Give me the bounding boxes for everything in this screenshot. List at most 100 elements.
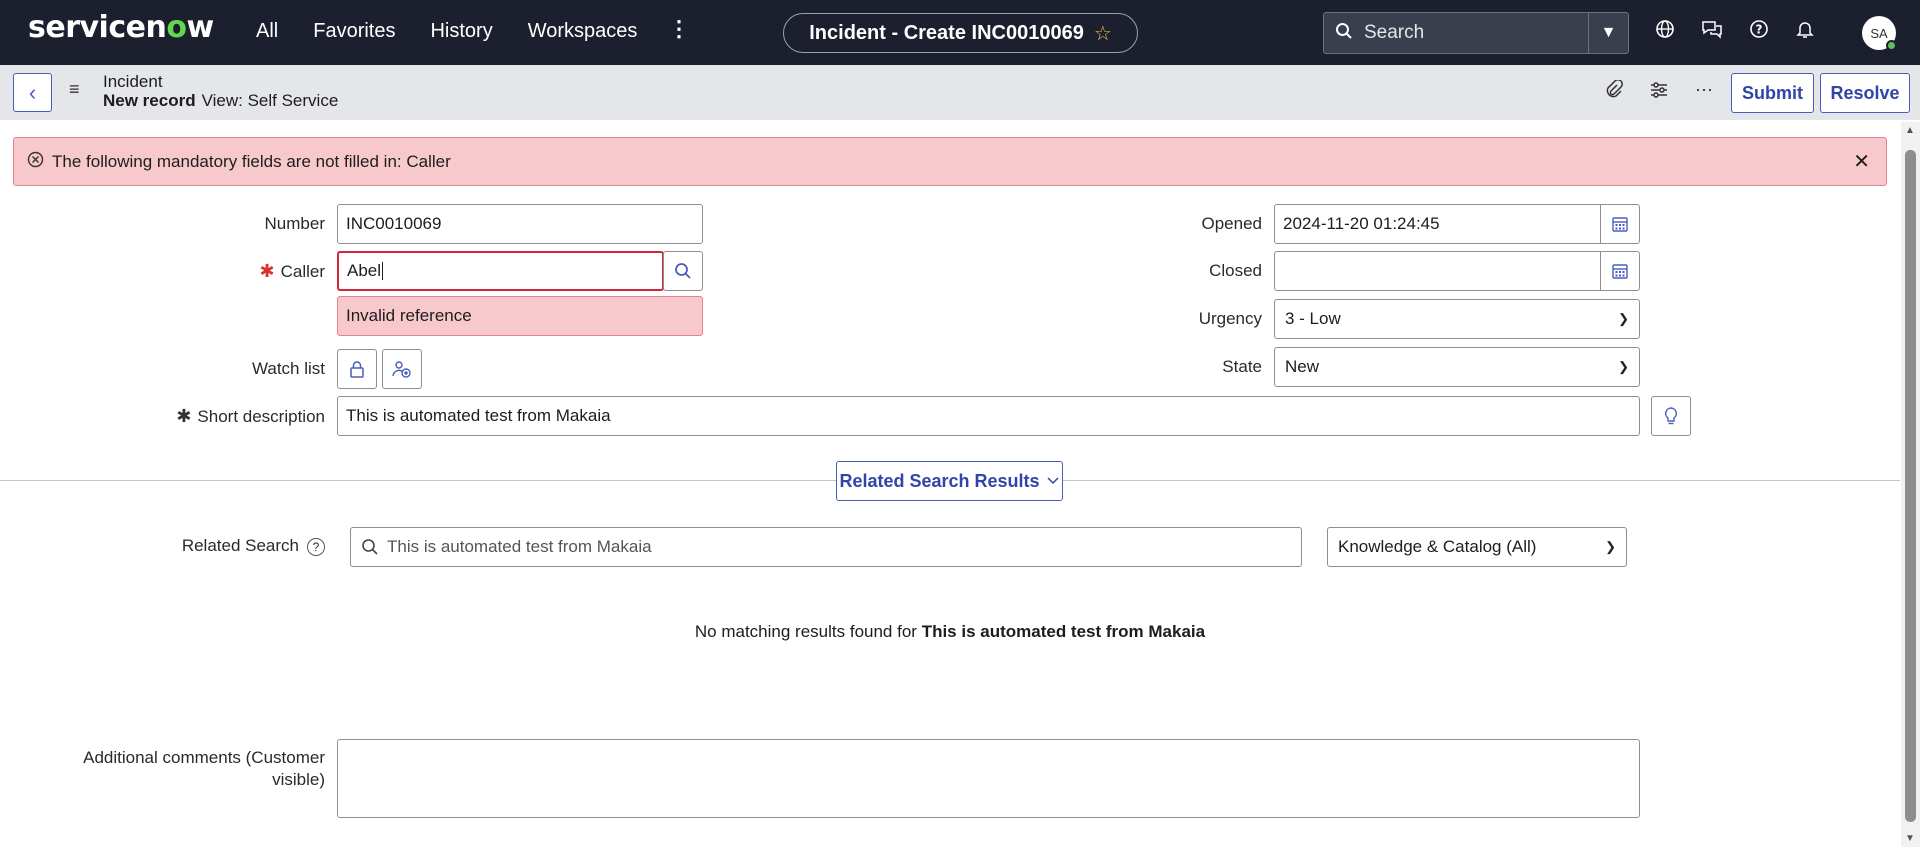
- view-label: View: Self Service: [201, 91, 339, 110]
- caller-lookup-button[interactable]: [663, 251, 703, 291]
- close-icon[interactable]: ✕: [1853, 149, 1870, 174]
- lightbulb-icon: [1664, 407, 1678, 425]
- chevron-down-icon: ❯: [1618, 359, 1629, 374]
- watchlist-add-me-button[interactable]: [382, 349, 422, 389]
- record-title: Incident - Create INC0010069: [809, 21, 1084, 44]
- chevron-down-icon: ❯: [1605, 539, 1616, 554]
- opened-field[interactable]: 2024-11-20 01:24:45: [1274, 204, 1601, 244]
- notifications-bell-icon[interactable]: [1795, 19, 1815, 45]
- closed-field[interactable]: [1274, 251, 1601, 291]
- related-search-value: This is automated test from Makaia: [387, 537, 652, 556]
- urgency-label: Urgency: [1198, 309, 1262, 328]
- related-search-scope-select[interactable]: Knowledge & Catalog (All) ❯: [1327, 527, 1627, 567]
- related-search-scope-value: Knowledge & Catalog (All): [1338, 537, 1537, 556]
- chat-icon[interactable]: [1701, 19, 1723, 45]
- nav-icons: ?: [1655, 19, 1815, 45]
- global-search[interactable]: Search ▼: [1323, 12, 1629, 54]
- state-value: New: [1285, 357, 1320, 376]
- additional-comments-textarea[interactable]: [337, 739, 1640, 818]
- short-description-label: Short description: [197, 407, 325, 426]
- form-title: Incident New record View: Self Service: [103, 72, 338, 110]
- resolve-button[interactable]: Resolve: [1820, 73, 1910, 113]
- main-menu: All Favorites History Workspaces: [256, 20, 637, 43]
- number-field[interactable]: INC0010069: [337, 204, 703, 244]
- lock-icon: [350, 361, 364, 378]
- related-search-label: Related Search: [181, 536, 299, 555]
- state-select[interactable]: New ❯: [1274, 347, 1640, 387]
- related-search-results-label: Related Search Results: [839, 470, 1040, 491]
- related-search-input[interactable]: This is automated test from Makaia: [350, 527, 1302, 567]
- suggestion-lightbulb-button[interactable]: [1651, 396, 1691, 436]
- urgency-select[interactable]: 3 - Low ❯: [1274, 299, 1640, 339]
- help-circle-icon[interactable]: ?: [307, 537, 325, 556]
- no-results-query: This is automated test from Makaia: [921, 622, 1206, 641]
- personalize-form-icon[interactable]: [1649, 80, 1669, 105]
- error-message: The following mandatory fields are not f…: [52, 151, 451, 171]
- globe-icon[interactable]: [1655, 19, 1675, 45]
- form-header: ‹ ≡ Incident New record View: Self Servic…: [0, 65, 1920, 120]
- search-scope-dropdown-icon[interactable]: ▼: [1588, 13, 1628, 53]
- short-description-label-container: ✱ Short description: [120, 406, 325, 427]
- related-search-label-container: Related Search?: [120, 536, 325, 556]
- scroll-up-arrow-icon[interactable]: ▲: [1905, 125, 1915, 136]
- caller-field[interactable]: Abel: [337, 251, 664, 291]
- record-title-pill[interactable]: Incident - Create INC0010069 ☆: [783, 13, 1138, 53]
- watchlist-lock-button[interactable]: [337, 349, 377, 389]
- text-cursor: [382, 262, 384, 280]
- more-options-icon[interactable]: ⋯: [1695, 80, 1713, 105]
- servicenow-logo[interactable]: servicenow: [28, 10, 214, 45]
- search-icon: [362, 539, 378, 555]
- mandatory-asterisk-icon: ✱: [259, 261, 275, 281]
- record-type: Incident: [103, 72, 163, 91]
- record-state: New record: [103, 91, 196, 110]
- related-search-results-toggle[interactable]: Related Search Results: [836, 461, 1063, 501]
- state-label: State: [1222, 357, 1262, 376]
- caller-value: Abel: [347, 261, 382, 280]
- no-results-prefix: No matching results found for: [694, 622, 917, 641]
- menu-favorites[interactable]: Favorites: [313, 20, 395, 43]
- watchlist-label: Watch list: [251, 359, 325, 378]
- urgency-value: 3 - Low: [1285, 309, 1341, 328]
- search-icon: [1324, 22, 1364, 45]
- opened-label: Opened: [1201, 214, 1263, 233]
- calendar-icon: [1612, 217, 1628, 232]
- page-scrollbar[interactable]: ▲ ▼: [1901, 122, 1920, 847]
- submit-button[interactable]: Submit: [1731, 73, 1814, 113]
- scrollbar-thumb[interactable]: [1905, 150, 1916, 822]
- caller-label-container: ✱ Caller: [180, 261, 326, 282]
- closed-calendar-button[interactable]: [1600, 251, 1640, 291]
- menu-all[interactable]: All: [256, 20, 278, 43]
- more-menu-icon[interactable]: ⋮: [668, 18, 690, 40]
- back-button[interactable]: ‹: [13, 73, 52, 112]
- chevron-down-icon: ❯: [1618, 311, 1629, 326]
- user-avatar[interactable]: SA: [1862, 16, 1897, 51]
- menu-history[interactable]: History: [430, 20, 492, 43]
- number-label: Number: [264, 214, 325, 233]
- no-results-message: No matching results found for This is au…: [0, 622, 1900, 642]
- avatar-initials: SA: [1870, 25, 1888, 41]
- attachment-icon[interactable]: [1605, 79, 1623, 105]
- search-icon: [675, 263, 691, 279]
- menu-workspaces[interactable]: Workspaces: [528, 20, 638, 43]
- opened-calendar-button[interactable]: [1600, 204, 1640, 244]
- error-circle-icon: [27, 151, 44, 173]
- help-icon[interactable]: ?: [1749, 19, 1769, 45]
- context-menu-icon[interactable]: ≡: [69, 79, 80, 100]
- closed-label: Closed: [1209, 261, 1262, 280]
- caller-error-message: Invalid reference: [337, 296, 703, 336]
- online-status-dot: [1886, 40, 1897, 51]
- favorite-star-icon[interactable]: ☆: [1094, 21, 1112, 46]
- caller-label: Caller: [280, 262, 325, 281]
- add-user-icon: [392, 361, 411, 378]
- scroll-down-arrow-icon[interactable]: ▼: [1905, 833, 1915, 844]
- short-description-field[interactable]: This is automated test from Makaia: [337, 396, 1640, 436]
- error-banner: The following mandatory fields are not f…: [13, 137, 1887, 186]
- header-icons: ⋯: [1605, 79, 1713, 105]
- additional-comments-label: Additional comments (Customer visible): [83, 748, 325, 789]
- calendar-icon: [1612, 264, 1628, 279]
- chevron-down-icon: [1047, 477, 1059, 485]
- search-input[interactable]: Search: [1364, 22, 1588, 44]
- mandatory-asterisk-icon: ✱: [176, 406, 192, 426]
- svg-text:?: ?: [1756, 23, 1763, 37]
- top-navigation: servicenow All Favorites History Workspa…: [0, 0, 1920, 65]
